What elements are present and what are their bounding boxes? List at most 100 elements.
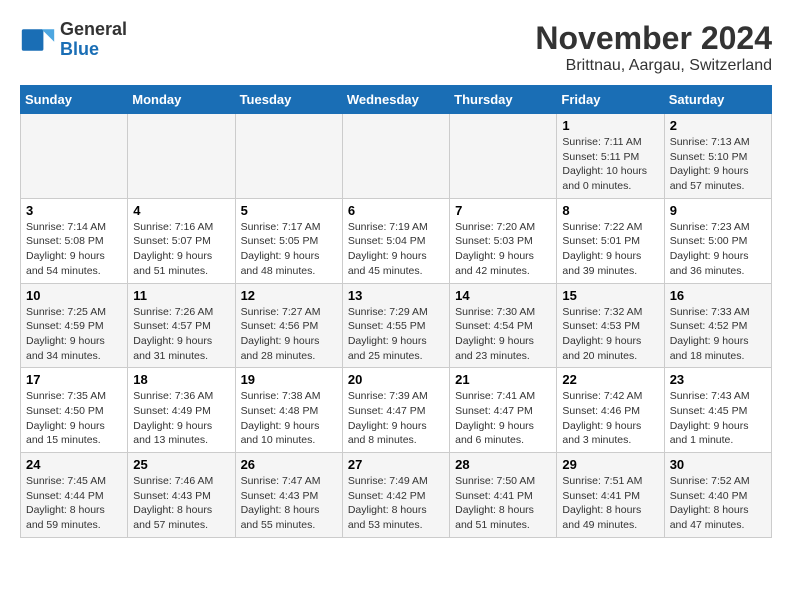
calendar-cell: 30 Sunrise: 7:52 AM Sunset: 4:40 PM Dayli… (664, 453, 771, 538)
calendar-cell: 22 Sunrise: 7:42 AM Sunset: 4:46 PM Dayli… (557, 368, 664, 453)
day-info: Sunrise: 7:51 AM Sunset: 4:41 PM Dayligh… (562, 474, 658, 533)
calendar-cell: 13 Sunrise: 7:29 AM Sunset: 4:55 PM Dayli… (342, 283, 449, 368)
day-number: 10 (26, 288, 122, 303)
day-number: 3 (26, 203, 122, 218)
calendar-week-3: 17 Sunrise: 7:35 AM Sunset: 4:50 PM Dayli… (21, 368, 772, 453)
day-number: 27 (348, 457, 444, 472)
day-number: 4 (133, 203, 229, 218)
day-info: Sunrise: 7:30 AM Sunset: 4:54 PM Dayligh… (455, 305, 551, 364)
day-info: Sunrise: 7:14 AM Sunset: 5:08 PM Dayligh… (26, 220, 122, 279)
day-number: 17 (26, 372, 122, 387)
calendar-cell (235, 114, 342, 199)
day-info: Sunrise: 7:47 AM Sunset: 4:43 PM Dayligh… (241, 474, 337, 533)
calendar-cell: 3 Sunrise: 7:14 AM Sunset: 5:08 PM Daylig… (21, 198, 128, 283)
day-info: Sunrise: 7:11 AM Sunset: 5:11 PM Dayligh… (562, 135, 658, 194)
calendar-header-thursday: Thursday (450, 86, 557, 114)
calendar-cell: 26Sunrise: 7:47 AM Sunset: 4:43 PM Dayli… (235, 453, 342, 538)
calendar-body: 1 Sunrise: 7:11 AM Sunset: 5:11 PM Daylig… (21, 114, 772, 538)
calendar-cell: 9 Sunrise: 7:23 AM Sunset: 5:00 PM Daylig… (664, 198, 771, 283)
calendar-cell: 5Sunrise: 7:17 AM Sunset: 5:05 PM Daylig… (235, 198, 342, 283)
calendar-cell: 1 Sunrise: 7:11 AM Sunset: 5:11 PM Daylig… (557, 114, 664, 199)
calendar-cell: 25 Sunrise: 7:46 AM Sunset: 4:43 PM Dayli… (128, 453, 235, 538)
day-info: Sunrise: 7:39 AM Sunset: 4:47 PM Dayligh… (348, 389, 444, 448)
day-info: Sunrise: 7:25 AM Sunset: 4:59 PM Dayligh… (26, 305, 122, 364)
day-number: 11 (133, 288, 229, 303)
day-info: Sunrise: 7:32 AM Sunset: 4:53 PM Dayligh… (562, 305, 658, 364)
day-number: 22 (562, 372, 658, 387)
day-number: 13 (348, 288, 444, 303)
location-subtitle: Brittnau, Aargau, Switzerland (535, 57, 772, 75)
day-number: 5 (241, 203, 337, 218)
day-number: 15 (562, 288, 658, 303)
calendar-cell: 7 Sunrise: 7:20 AM Sunset: 5:03 PM Daylig… (450, 198, 557, 283)
day-info: Sunrise: 7:29 AM Sunset: 4:55 PM Dayligh… (348, 305, 444, 364)
day-number: 1 (562, 118, 658, 133)
day-info: Sunrise: 7:33 AM Sunset: 4:52 PM Dayligh… (670, 305, 766, 364)
day-number: 24 (26, 457, 122, 472)
calendar-header-monday: Monday (128, 86, 235, 114)
day-number: 8 (562, 203, 658, 218)
calendar-cell: 23 Sunrise: 7:43 AM Sunset: 4:45 PM Dayli… (664, 368, 771, 453)
day-number: 18 (133, 372, 229, 387)
day-number: 30 (670, 457, 766, 472)
day-info: Sunrise: 7:49 AM Sunset: 4:42 PM Dayligh… (348, 474, 444, 533)
day-number: 6 (348, 203, 444, 218)
day-info: Sunrise: 7:38 AM Sunset: 4:48 PM Dayligh… (241, 389, 337, 448)
day-number: 23 (670, 372, 766, 387)
logo: General Blue (20, 20, 127, 60)
calendar-cell (450, 114, 557, 199)
calendar-header-row: SundayMondayTuesdayWednesdayThursdayFrid… (21, 86, 772, 114)
calendar-table: SundayMondayTuesdayWednesdayThursdayFrid… (20, 85, 772, 538)
day-number: 16 (670, 288, 766, 303)
calendar-cell: 2Sunrise: 7:13 AM Sunset: 5:10 PM Daylig… (664, 114, 771, 199)
day-number: 25 (133, 457, 229, 472)
day-info: Sunrise: 7:23 AM Sunset: 5:00 PM Dayligh… (670, 220, 766, 279)
day-info: Sunrise: 7:20 AM Sunset: 5:03 PM Dayligh… (455, 220, 551, 279)
day-number: 7 (455, 203, 551, 218)
calendar-cell: 27 Sunrise: 7:49 AM Sunset: 4:42 PM Dayli… (342, 453, 449, 538)
calendar-cell: 4 Sunrise: 7:16 AM Sunset: 5:07 PM Daylig… (128, 198, 235, 283)
title-block: November 2024 Brittnau, Aargau, Switzerl… (535, 20, 772, 75)
calendar-cell: 24Sunrise: 7:45 AM Sunset: 4:44 PM Dayli… (21, 453, 128, 538)
calendar-cell (21, 114, 128, 199)
calendar-header-wednesday: Wednesday (342, 86, 449, 114)
day-info: Sunrise: 7:22 AM Sunset: 5:01 PM Dayligh… (562, 220, 658, 279)
calendar-cell: 12 Sunrise: 7:27 AM Sunset: 4:56 PM Dayli… (235, 283, 342, 368)
calendar-header-saturday: Saturday (664, 86, 771, 114)
day-info: Sunrise: 7:43 AM Sunset: 4:45 PM Dayligh… (670, 389, 766, 448)
calendar-cell: 16 Sunrise: 7:33 AM Sunset: 4:52 PM Dayli… (664, 283, 771, 368)
calendar-cell (128, 114, 235, 199)
day-info: Sunrise: 7:27 AM Sunset: 4:56 PM Dayligh… (241, 305, 337, 364)
logo-text: General Blue (60, 20, 127, 60)
calendar-week-0: 1 Sunrise: 7:11 AM Sunset: 5:11 PM Daylig… (21, 114, 772, 199)
day-number: 29 (562, 457, 658, 472)
day-info: Sunrise: 7:16 AM Sunset: 5:07 PM Dayligh… (133, 220, 229, 279)
logo-icon (20, 22, 56, 58)
calendar-cell: 21 Sunrise: 7:41 AM Sunset: 4:47 PM Dayli… (450, 368, 557, 453)
day-number: 12 (241, 288, 337, 303)
calendar-cell: 8 Sunrise: 7:22 AM Sunset: 5:01 PM Daylig… (557, 198, 664, 283)
day-info: Sunrise: 7:35 AM Sunset: 4:50 PM Dayligh… (26, 389, 122, 448)
month-title: November 2024 (535, 20, 772, 57)
calendar-week-1: 3 Sunrise: 7:14 AM Sunset: 5:08 PM Daylig… (21, 198, 772, 283)
calendar-cell: 6Sunrise: 7:19 AM Sunset: 5:04 PM Daylig… (342, 198, 449, 283)
day-info: Sunrise: 7:52 AM Sunset: 4:40 PM Dayligh… (670, 474, 766, 533)
calendar-cell: 10 Sunrise: 7:25 AM Sunset: 4:59 PM Dayli… (21, 283, 128, 368)
calendar-cell: 20 Sunrise: 7:39 AM Sunset: 4:47 PM Dayli… (342, 368, 449, 453)
calendar-cell: 29 Sunrise: 7:51 AM Sunset: 4:41 PM Dayli… (557, 453, 664, 538)
day-info: Sunrise: 7:41 AM Sunset: 4:47 PM Dayligh… (455, 389, 551, 448)
day-info: Sunrise: 7:42 AM Sunset: 4:46 PM Dayligh… (562, 389, 658, 448)
day-info: Sunrise: 7:50 AM Sunset: 4:41 PM Dayligh… (455, 474, 551, 533)
day-info: Sunrise: 7:13 AM Sunset: 5:10 PM Dayligh… (670, 135, 766, 194)
day-number: 20 (348, 372, 444, 387)
day-info: Sunrise: 7:46 AM Sunset: 4:43 PM Dayligh… (133, 474, 229, 533)
calendar-cell: 17 Sunrise: 7:35 AM Sunset: 4:50 PM Dayli… (21, 368, 128, 453)
calendar-cell: 15 Sunrise: 7:32 AM Sunset: 4:53 PM Dayli… (557, 283, 664, 368)
day-number: 21 (455, 372, 551, 387)
calendar-cell: 18Sunrise: 7:36 AM Sunset: 4:49 PM Dayli… (128, 368, 235, 453)
calendar-header-sunday: Sunday (21, 86, 128, 114)
day-info: Sunrise: 7:26 AM Sunset: 4:57 PM Dayligh… (133, 305, 229, 364)
day-number: 9 (670, 203, 766, 218)
calendar-header-friday: Friday (557, 86, 664, 114)
calendar-header-tuesday: Tuesday (235, 86, 342, 114)
